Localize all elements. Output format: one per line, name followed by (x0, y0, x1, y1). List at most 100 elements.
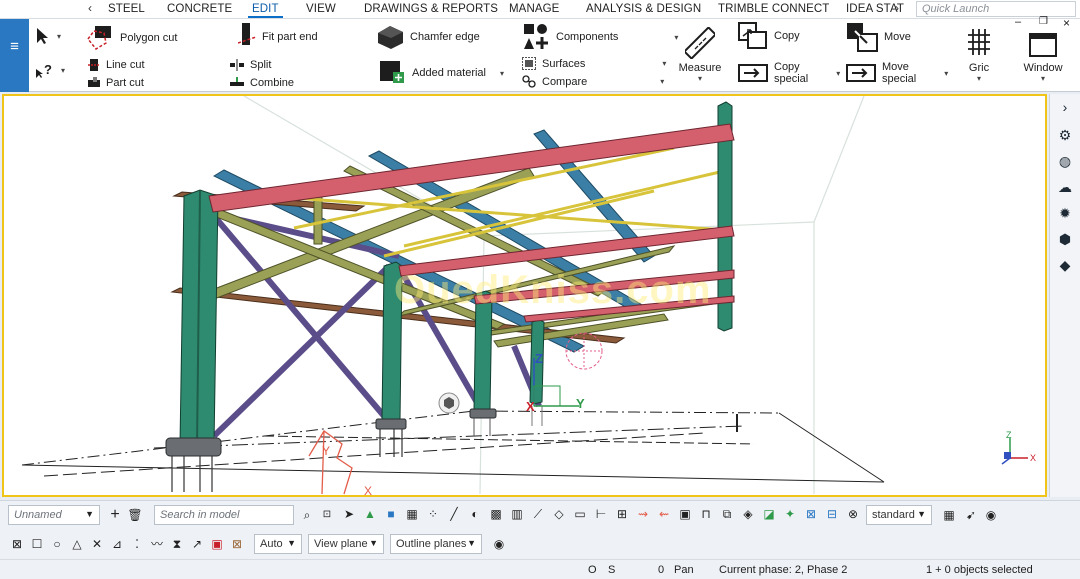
snap-depth-value: Auto (260, 538, 283, 550)
snap-extension-icon[interactable]: ⁚ (128, 535, 146, 553)
select-detail-icon[interactable]: ✦ (781, 505, 799, 523)
select-plane-icon[interactable]: ▭ (571, 505, 589, 523)
tab-edit[interactable]: EDIT (248, 3, 283, 18)
select-distance-icon[interactable]: ⊟ (823, 505, 841, 523)
cube-icon[interactable]: ⬢ (1056, 230, 1074, 248)
compare-icon (522, 75, 536, 88)
zoom-search-icon[interactable]: ⊡ (318, 506, 336, 524)
select-drawing-icon[interactable]: ▣ (676, 505, 694, 523)
move-button[interactable]: Move (846, 22, 911, 52)
outline-planes-select[interactable]: Outline planes ▼ (390, 534, 482, 554)
select-fitting-icon[interactable]: ⊢ (592, 505, 610, 523)
select-rebar-icon[interactable]: ▥ (508, 505, 526, 523)
select-diamond-icon[interactable]: ◈ (739, 505, 757, 523)
select-part-icon[interactable]: ▲ (361, 505, 379, 523)
tab-steel[interactable]: STEEL (108, 3, 145, 15)
select-cursor-icon[interactable]: ➤ (340, 505, 358, 523)
move-special-button[interactable]: Move special ▾ (846, 61, 948, 85)
select-sequence-icon[interactable]: ⊠ (802, 505, 820, 523)
minimize-icon[interactable]: – (1015, 16, 1021, 28)
visibility-eye-icon[interactable]: ◉ (490, 535, 508, 553)
status-bar: O S 0 Pan Current phase: 2, Phase 2 1 + … (0, 559, 1080, 579)
smart-select-icon[interactable]: ➹ (962, 506, 980, 524)
menu-scroll-left-icon[interactable]: ‹ (88, 1, 92, 15)
copy-special-button[interactable]: Copy special ▾ (738, 61, 840, 85)
tab-view[interactable]: VIEW (306, 3, 336, 15)
snap-grid-icon[interactable]: ⊠ (228, 535, 246, 553)
properties-gears-icon[interactable]: ⚙ (1056, 126, 1074, 144)
visibility-eye-icon[interactable]: ◉ (982, 506, 1000, 524)
shapes-icon[interactable]: ◆ (1056, 256, 1074, 274)
tab-concrete[interactable]: CONCRETE (167, 3, 232, 15)
cloud-icon[interactable]: ☁ (1056, 178, 1074, 196)
select-filter-icon[interactable]: ⊗ (844, 505, 862, 523)
restore-icon[interactable]: ❐ (1039, 16, 1048, 27)
select-surface-icon[interactable]: ◐ (466, 505, 484, 523)
add-icon[interactable]: + (106, 506, 124, 524)
measure-button[interactable]: Measure ▾ (678, 26, 722, 83)
tab-manage[interactable]: MANAGE (509, 3, 559, 15)
select-weld-icon[interactable]: ⟋ (529, 505, 547, 523)
tab-trimble-connect[interactable]: TRIMBLE CONNECT (718, 3, 829, 15)
window-button[interactable]: Window ▾ (1020, 33, 1066, 83)
tab-analysis-design[interactable]: ANALYSIS & DESIGN (586, 3, 701, 15)
plane-select[interactable]: View plane ▼ (308, 534, 384, 554)
snap-center-icon[interactable]: ○ (48, 535, 66, 553)
added-material-button[interactable]: Added material ▾ (380, 61, 504, 85)
select-reference-icon[interactable]: ⇜ (655, 505, 673, 523)
compare-button[interactable]: Compare ▾ (522, 75, 664, 88)
expand-panel-icon[interactable]: › (1056, 98, 1074, 116)
quick-launch-input[interactable]: Quick Launch (916, 1, 1076, 17)
settings-gear-icon[interactable]: ✹ (1056, 204, 1074, 222)
split-button[interactable]: Split (230, 59, 271, 71)
snap-nearest-icon[interactable]: 〰 (148, 535, 166, 553)
snap-override-icon[interactable]: ▣ (208, 535, 226, 553)
polygon-cut-button[interactable]: Polygon cut (86, 25, 177, 51)
fit-part-end-button[interactable]: Fit part end (238, 23, 318, 51)
snap-perpendicular-icon[interactable]: ⊿ (108, 535, 126, 553)
select-line-icon[interactable]: ╱ (445, 505, 463, 523)
selection-filter-select[interactable]: standard ▼ (866, 505, 932, 525)
snap-any-icon[interactable]: ⧗ (168, 535, 186, 553)
combine-button[interactable]: Combine (230, 77, 294, 89)
model-name-select[interactable]: Unnamed ▼ (8, 505, 100, 525)
select-layers-icon[interactable]: ⧉ (718, 505, 736, 523)
grid-button[interactable]: Gric ▾ (964, 29, 994, 83)
context-help-button[interactable]: ? ▾ (35, 61, 65, 79)
tab-drawings-reports[interactable]: DRAWINGS & REPORTS (364, 3, 498, 15)
surfaces-button[interactable]: Surfaces ▾ (522, 57, 666, 70)
select-mesh-icon[interactable]: ▩ (487, 505, 505, 523)
select-component-icon[interactable]: ◪ (760, 505, 778, 523)
snap-line-icon[interactable]: ↗ (188, 535, 206, 553)
snap-geometry-icon[interactable]: ☐ (28, 535, 46, 553)
select-bolts-icon[interactable]: ⁘ (424, 505, 442, 523)
snap-depth-select[interactable]: Auto ▼ (254, 534, 302, 554)
hamburger-menu-icon[interactable]: ≡ (0, 19, 29, 92)
search-icon[interactable]: ⌕ (298, 506, 316, 524)
copy-button[interactable]: Copy (738, 22, 800, 50)
components-button[interactable]: Components ▾ (522, 23, 678, 51)
chamfer-edge-button[interactable]: Chamfer edge (376, 24, 480, 50)
globe-icon[interactable]: ◍ (1056, 152, 1074, 170)
select-handles-icon[interactable]: ⇝ (634, 505, 652, 523)
delete-icon[interactable]: 🗑 (126, 506, 144, 524)
close-icon[interactable]: × (1063, 16, 1070, 30)
select-tool-button[interactable]: ▾ (35, 27, 61, 45)
cursor-icon (37, 28, 48, 44)
model-view-viewport[interactable]: Y X Z X Y Z X OuedKniss.com (2, 94, 1047, 497)
select-grid-icon[interactable]: ▦ (403, 505, 421, 523)
checkerboard-icon[interactable]: ▦ (940, 506, 958, 524)
move-special-icon (846, 64, 876, 82)
select-assembly-icon[interactable]: ■ (382, 505, 400, 523)
part-cut-button[interactable]: Part cut (88, 77, 144, 89)
menu-scroll-right-icon[interactable]: › (895, 1, 899, 15)
snap-midpoint-icon[interactable]: △ (68, 535, 86, 553)
search-model-input[interactable]: Search in model (154, 505, 294, 525)
snap-reference-lines-icon[interactable]: ⊠ (8, 535, 26, 553)
status-pan: Pan (674, 564, 694, 576)
select-point-icon[interactable]: ⊞ (613, 505, 631, 523)
snap-intersection-icon[interactable]: ✕ (88, 535, 106, 553)
select-cut-icon[interactable]: ◇ (550, 505, 568, 523)
select-pour-icon[interactable]: ⊓ (697, 505, 715, 523)
line-cut-button[interactable]: Line cut (88, 59, 145, 71)
